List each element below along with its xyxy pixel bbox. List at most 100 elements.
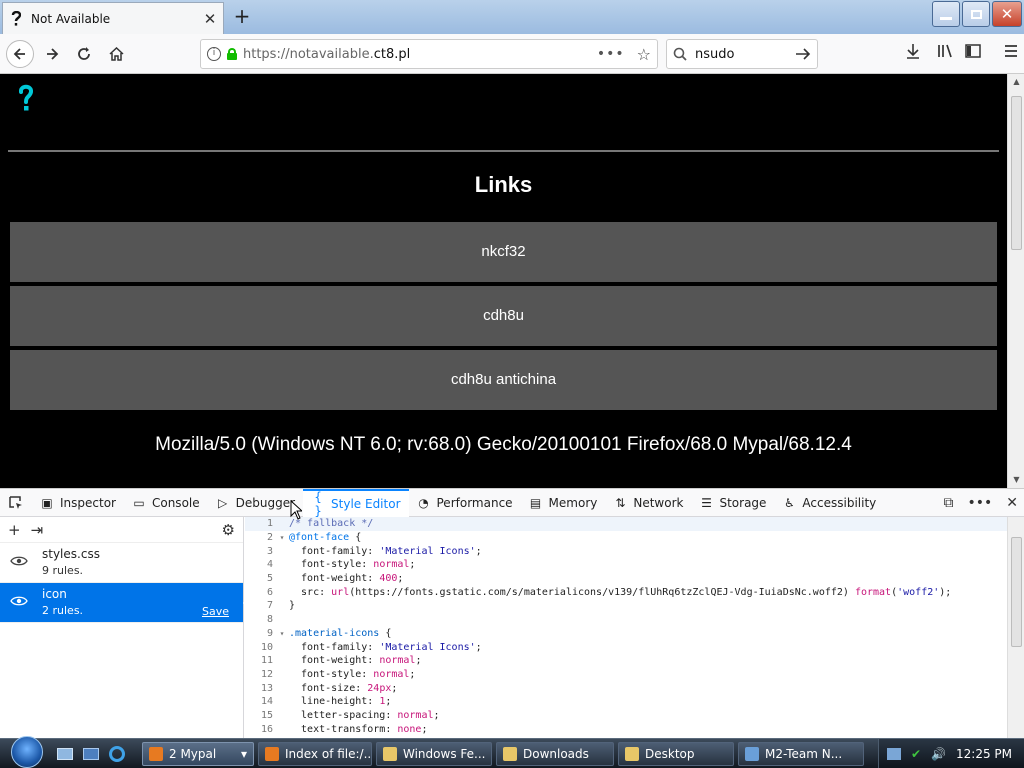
element-picker-button[interactable] bbox=[0, 489, 32, 517]
taskbar-item[interactable]: Desktop bbox=[618, 741, 734, 766]
site-logo[interactable] bbox=[16, 82, 36, 116]
tab-accessibility[interactable]: ♿ Accessibility bbox=[774, 489, 884, 517]
tab-close-icon[interactable]: ✕ bbox=[203, 10, 217, 28]
url-bar[interactable]: i https://notavailable.ct8.pl ••• ☆ bbox=[200, 39, 658, 69]
show-desktop-icon[interactable] bbox=[54, 743, 76, 765]
toolbar-right bbox=[904, 42, 1020, 60]
tab-active[interactable]: Not Available ✕ bbox=[2, 2, 224, 34]
code-text: .material-icons { bbox=[289, 627, 392, 639]
code-line[interactable]: 11 font-weight: normal; bbox=[245, 654, 1007, 668]
line-number: 6 bbox=[266, 586, 273, 598]
tab-storage[interactable]: ☰ Storage bbox=[691, 489, 774, 517]
volume-tray-icon[interactable]: 🔊 bbox=[931, 747, 946, 761]
taskbar-item-label: 2 Mypal bbox=[169, 746, 217, 761]
page-scrollbar[interactable]: ▲ ▼ bbox=[1007, 74, 1024, 488]
switch-windows-icon[interactable] bbox=[80, 743, 102, 765]
new-tab-button[interactable]: + bbox=[232, 5, 252, 27]
taskbar-item[interactable]: Index of file:/... bbox=[258, 741, 372, 766]
tab-network[interactable]: ⇅ Network bbox=[605, 489, 691, 517]
close-devtools-icon[interactable]: ✕ bbox=[1006, 495, 1018, 511]
code-line[interactable]: 5 font-weight: 400; bbox=[245, 572, 1007, 586]
link-button-cdh8u[interactable]: cdh8u bbox=[10, 286, 997, 346]
taskbar-item[interactable]: 2 Mypal ▾ bbox=[142, 741, 254, 766]
scroll-down-icon[interactable]: ▼ bbox=[1008, 472, 1024, 488]
eye-icon[interactable] bbox=[10, 595, 28, 607]
tab-accessibility-label: Accessibility bbox=[802, 495, 877, 510]
tab-style-editor[interactable]: { } Style Editor bbox=[303, 488, 409, 518]
taskbar-item[interactable]: Downloads bbox=[496, 741, 614, 766]
code-line[interactable]: 2 ▾ @font-face { bbox=[245, 531, 1007, 545]
code-line[interactable]: 3 font-family: 'Material Icons'; bbox=[245, 544, 1007, 558]
code-line[interactable]: 9 ▾ .material-icons { bbox=[245, 627, 1007, 641]
new-stylesheet-icon[interactable]: + bbox=[8, 521, 21, 539]
stylesheet-item-icon[interactable]: icon 2 rules. Save bbox=[0, 583, 250, 623]
tab-debugger[interactable]: ▷ Debugger bbox=[208, 489, 303, 517]
taskbar-item[interactable]: M2-Team N... bbox=[738, 741, 864, 766]
code-text: src: url(https://fonts.gstatic.com/s/mat… bbox=[289, 586, 952, 598]
code-line[interactable]: 14 line-height: 1; bbox=[245, 695, 1007, 709]
security-tray-icon[interactable]: ✔ bbox=[911, 747, 921, 761]
line-number: 15 bbox=[260, 709, 273, 721]
code-line[interactable]: 12 font-style: normal; bbox=[245, 668, 1007, 682]
tab-inspector[interactable]: ▣ Inspector bbox=[32, 489, 124, 517]
hamburger-menu-icon[interactable] bbox=[1002, 42, 1020, 60]
tab-console[interactable]: ▭ Console bbox=[124, 489, 208, 517]
close-window-button[interactable]: ✕ bbox=[992, 1, 1022, 27]
code-line[interactable]: 4 font-style: normal; bbox=[245, 558, 1007, 572]
clock[interactable]: 12:25 PM bbox=[956, 747, 1012, 761]
restore-button[interactable] bbox=[962, 1, 990, 27]
code-line[interactable]: 1/* fallback */ bbox=[245, 517, 1007, 531]
reload-button[interactable] bbox=[72, 42, 96, 66]
tab-performance[interactable]: ◔ Performance bbox=[409, 489, 521, 517]
search-input[interactable]: nsudo bbox=[695, 47, 787, 62]
code-line[interactable]: 15 letter-spacing: normal; bbox=[245, 709, 1007, 723]
tab-debugger-label: Debugger bbox=[235, 495, 296, 510]
start-button[interactable] bbox=[0, 735, 54, 768]
scroll-up-icon[interactable]: ▲ bbox=[1008, 74, 1024, 90]
stylesheet-item-styles-css[interactable]: styles.css 9 rules. bbox=[0, 543, 243, 583]
code-text: font-weight: normal; bbox=[289, 655, 422, 667]
code-line[interactable]: 8 bbox=[245, 613, 1007, 627]
link-button-nkcf32[interactable]: nkcf32 bbox=[10, 222, 997, 282]
page-actions-icon[interactable]: ••• bbox=[597, 46, 625, 62]
code-line[interactable]: 13 font-size: 24px; bbox=[245, 681, 1007, 695]
group-dropdown-icon[interactable]: ▾ bbox=[241, 747, 247, 761]
stylesheet-name: icon bbox=[42, 587, 67, 601]
code-text: font-style: normal; bbox=[289, 668, 416, 680]
gear-icon[interactable]: ⚙ bbox=[222, 521, 235, 539]
bookmark-star-icon[interactable]: ☆ bbox=[637, 45, 651, 64]
back-button[interactable] bbox=[6, 39, 34, 68]
site-info-icon[interactable]: i bbox=[207, 47, 221, 61]
code-line[interactable]: 7} bbox=[245, 599, 1007, 613]
taskbar-item[interactable]: Windows Fe... bbox=[376, 741, 492, 766]
dock-side-icon[interactable]: ⧉ bbox=[943, 495, 953, 511]
eye-icon[interactable] bbox=[10, 555, 28, 567]
code-editor[interactable]: 1/* fallback */2 ▾ @font-face {3 font-fami… bbox=[245, 517, 1007, 739]
editor-scrollbar[interactable] bbox=[1007, 517, 1024, 739]
search-go-arrow-icon[interactable] bbox=[795, 47, 811, 61]
code-text: font-family: 'Material Icons'; bbox=[289, 545, 482, 557]
devtools-menu-icon[interactable]: ••• bbox=[967, 495, 992, 511]
link-button-cdh8u-antichina[interactable]: cdh8u antichina bbox=[10, 350, 997, 410]
home-button[interactable] bbox=[104, 42, 128, 66]
internet-explorer-icon[interactable] bbox=[106, 743, 128, 765]
line-number: 14 bbox=[260, 696, 273, 708]
line-number: 4 bbox=[266, 559, 273, 571]
network-tray-icon[interactable] bbox=[886, 748, 901, 760]
fold-toggle-icon[interactable]: ▾ bbox=[275, 629, 289, 638]
fold-toggle-icon[interactable]: ▾ bbox=[275, 533, 289, 542]
minimize-button[interactable] bbox=[932, 1, 960, 27]
save-link[interactable]: Save bbox=[202, 605, 229, 618]
search-bar[interactable]: nsudo bbox=[666, 39, 818, 69]
library-icon[interactable] bbox=[936, 42, 956, 60]
tab-memory[interactable]: ▤ Memory bbox=[521, 489, 606, 517]
code-line[interactable]: 16 text-transform: none; bbox=[245, 722, 1007, 736]
import-stylesheet-icon[interactable]: ⇥ bbox=[31, 521, 44, 539]
code-line[interactable]: 6 src: url(https://fonts.gstatic.com/s/m… bbox=[245, 585, 1007, 599]
editor-scrollbar-thumb[interactable] bbox=[1011, 537, 1022, 647]
scrollbar-thumb[interactable] bbox=[1011, 96, 1022, 250]
downloads-icon[interactable] bbox=[904, 42, 922, 60]
code-line[interactable]: 10 font-family: 'Material Icons'; bbox=[245, 640, 1007, 654]
sidebar-toggle-icon[interactable] bbox=[964, 42, 982, 60]
forward-button[interactable] bbox=[40, 42, 64, 66]
